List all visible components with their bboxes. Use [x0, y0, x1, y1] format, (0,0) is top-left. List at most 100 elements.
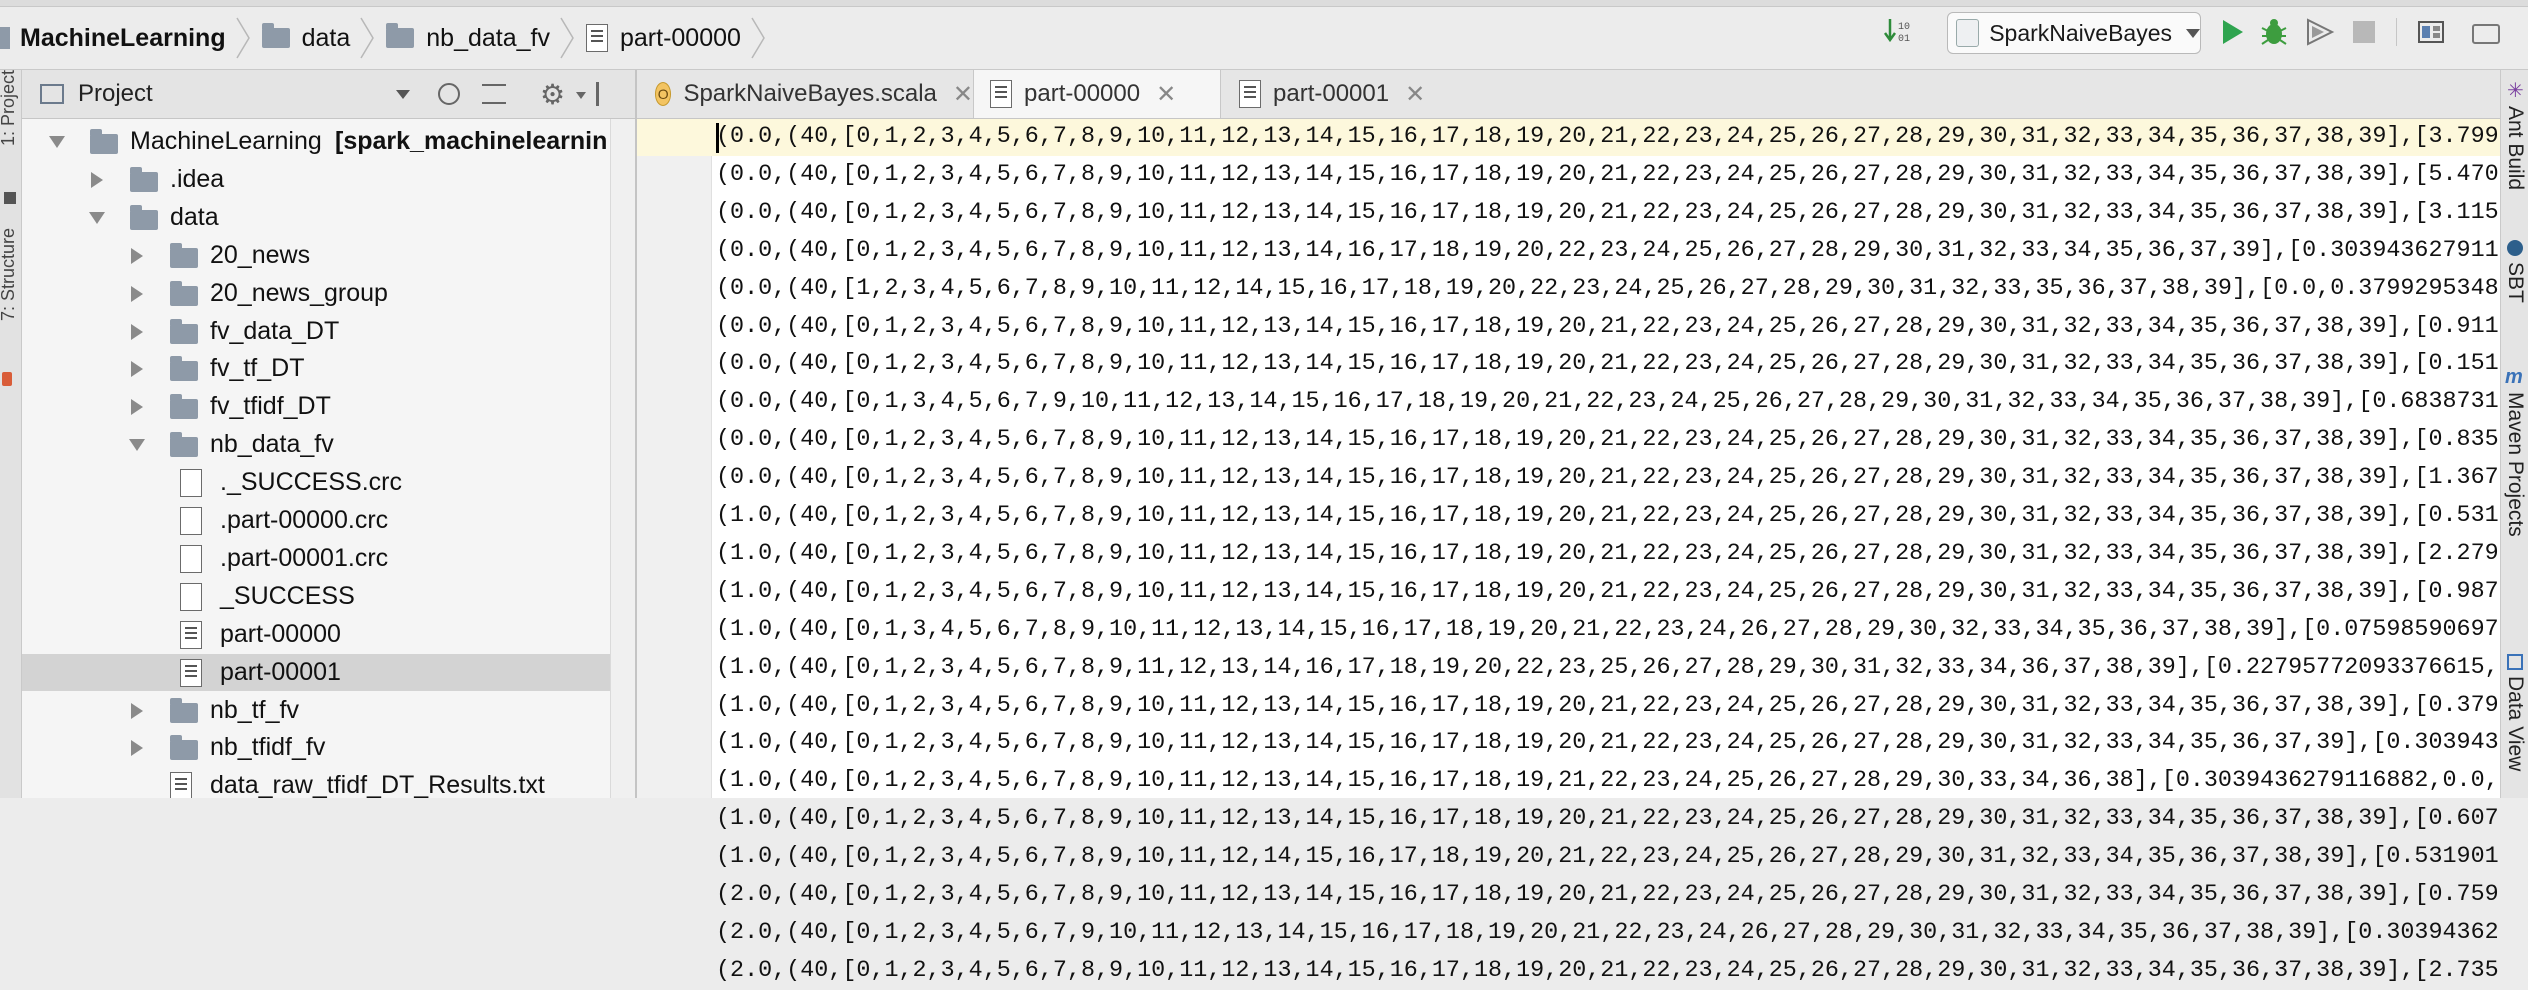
tree-item[interactable]: .part-00001.crc [22, 540, 610, 577]
tree-item[interactable]: .part-00000.crc [22, 502, 610, 539]
code-line: (0.0,(40,[0,1,3,4,5,6,7,9,10,11,12,13,14… [716, 389, 2499, 416]
tree-item[interactable]: fv_tfidf_DT [22, 388, 610, 425]
code-line: (0.0,(40,[1,2,3,4,5,6,7,8,9,10,11,12,14,… [716, 275, 2499, 302]
folder-icon [170, 280, 198, 306]
collapsed-arrow-icon[interactable] [131, 247, 143, 264]
tree-item[interactable]: data_raw_tfidf_DT_Results.txt [22, 767, 610, 798]
module-folder-icon [0, 27, 10, 49]
project-structure-icon[interactable] [2414, 14, 2450, 50]
tree-item-label: fv_tfidf_DT [210, 392, 331, 421]
build-icon[interactable]: 10 01 [1880, 14, 1916, 50]
text-file-icon [180, 658, 202, 687]
tree-item[interactable]: nb_tfidf_fv [22, 729, 610, 766]
tree-item-label: part-00001 [220, 657, 341, 686]
tab-part-00000[interactable]: part-00000 ✕ [973, 70, 1221, 118]
tree-item[interactable]: data [22, 199, 610, 236]
project-panel-title[interactable]: Project [78, 80, 153, 108]
chevron-down-icon[interactable] [576, 92, 586, 99]
project-tool-icon [4, 192, 16, 204]
tree-item[interactable]: part-00001 [22, 653, 610, 691]
run-configuration-label: SparkNaiveBayes [1989, 19, 2172, 46]
collapse-all-icon[interactable] [482, 84, 506, 104]
search-everywhere-icon[interactable] [2472, 24, 2500, 44]
code-line: (1.0,(40,[0,1,2,3,4,5,6,7,8,9,10,11,12,1… [716, 844, 2499, 871]
expanded-arrow-icon[interactable] [49, 136, 65, 148]
settings-icon[interactable]: ⚙ [540, 78, 565, 111]
tree-item[interactable]: 20_news [22, 237, 610, 274]
tree-item-label: .part-00000.crc [220, 506, 389, 534]
editor-gutter[interactable] [637, 119, 712, 798]
code-line: (1.0,(40,[0,1,2,3,4,5,6,7,8,9,10,11,12,1… [716, 540, 2499, 567]
hide-panel-icon[interactable] [596, 82, 616, 106]
code-line: (2.0,(40,[0,1,2,3,4,5,6,7,8,9,10,11,12,1… [716, 882, 2499, 908]
ant-build-tool-button[interactable]: Ant Build [2503, 106, 2527, 190]
data-view-tool-button[interactable]: Data View [2503, 676, 2527, 771]
collapsed-arrow-icon[interactable] [131, 323, 143, 340]
tab-label: SparkNaiveBayes.scala [683, 80, 937, 107]
close-icon[interactable]: ✕ [953, 80, 973, 109]
tree-item-label: nb_tfidf_fv [210, 733, 326, 762]
code-line: (1.0,(40,[0,1,3,4,5,6,7,8,9,10,11,12,13,… [716, 616, 2499, 643]
scala-run-config-icon [1956, 19, 1980, 47]
code-line: (2.0,(40,[0,1,2,3,4,5,6,7,9,10,11,12,13,… [716, 919, 2499, 946]
collapsed-arrow-icon[interactable] [131, 361, 143, 378]
stop-icon[interactable] [2346, 14, 2382, 50]
tree-item-label: MachineLearning [130, 127, 322, 155]
project-panel-header: Project ⚙ [22, 70, 635, 119]
right-tool-strip: ✳ Ant Build SBT m Maven Projects Data Vi… [2500, 70, 2528, 798]
collapsed-arrow-icon[interactable] [131, 702, 143, 719]
tab-part-00001[interactable]: part-00001 ✕ [1221, 70, 1465, 118]
close-icon[interactable]: ✕ [1156, 80, 1176, 109]
tab-sparknaivebayes-scala[interactable]: O SparkNaiveBayes.scala ✕ [637, 70, 973, 118]
tree-item[interactable]: fv_data_DT [22, 313, 610, 350]
run-configuration-select[interactable]: SparkNaiveBayes [1947, 12, 2201, 54]
text-file-icon [990, 80, 1012, 108]
tree-item[interactable]: nb_tf_fv [22, 692, 610, 729]
run-icon[interactable] [2214, 14, 2250, 50]
coverage-icon[interactable] [2302, 14, 2338, 50]
maven-projects-tool-button[interactable]: Maven Projects [2503, 392, 2527, 537]
tree-item[interactable]: ._SUCCESS.crc [22, 464, 610, 501]
breadcrumb-item-file[interactable]: part-00000 [585, 7, 777, 69]
tree-item[interactable]: MachineLearning [spark_machinelearnin [22, 123, 610, 160]
tree-item[interactable]: part-00000 [22, 616, 610, 653]
project-tree-scrollbar[interactable] [610, 119, 636, 798]
structure-tool-window-button[interactable]: 7: Structure [0, 228, 19, 321]
collapsed-arrow-icon[interactable] [131, 399, 143, 416]
tree-item-label: 20_news_group [210, 278, 388, 307]
tree-item[interactable]: nb_data_fv [22, 426, 610, 463]
sbt-tool-button[interactable]: SBT [2503, 262, 2527, 303]
collapsed-arrow-icon[interactable] [131, 740, 143, 757]
breadcrumb-item-module[interactable]: MachineLearning [0, 7, 262, 69]
folder-icon [261, 23, 290, 48]
collapsed-arrow-icon[interactable] [91, 171, 103, 188]
editor-tab-bar: O SparkNaiveBayes.scala ✕ part-00000 ✕ p… [637, 70, 2500, 119]
tree-item[interactable]: .idea [22, 161, 610, 198]
code-line: (1.0,(40,[0,1,2,3,4,5,6,7,8,9,10,11,12,1… [716, 806, 2499, 833]
tree-item[interactable]: _SUCCESS [22, 578, 610, 615]
collapsed-arrow-icon[interactable] [131, 285, 143, 302]
tree-item-label: .part-00001.crc [220, 543, 389, 572]
tree-item[interactable]: fv_tf_DT [22, 350, 610, 387]
close-icon[interactable]: ✕ [1405, 80, 1425, 109]
tree-item-label: nb_tf_fv [210, 695, 299, 724]
dropdown-icon[interactable] [396, 89, 410, 99]
breadcrumb-item-nb-data-fv[interactable]: nb_data_fv [386, 7, 586, 69]
code-line: (0.0,(40,[0,1,2,3,4,5,6,7,8,9,10,11,12,1… [716, 465, 2499, 492]
breadcrumb-item-data[interactable]: data [261, 7, 387, 69]
code-line: (0.0,(40,[0,1,2,3,4,5,6,7,8,9,10,11,12,1… [716, 199, 2499, 226]
folder-icon [386, 23, 415, 48]
code-line: (1.0,(40,[0,1,2,3,4,5,6,7,8,9,10,11,12,1… [716, 578, 2499, 605]
code-line: (0.0,(40,[0,1,2,3,4,5,6,7,8,9,10,11,12,1… [716, 351, 2499, 378]
debug-icon[interactable] [2256, 14, 2292, 50]
expanded-arrow-icon[interactable] [89, 211, 105, 224]
project-tree: MachineLearning [spark_machinelearnin .ide… [22, 119, 635, 798]
tree-item[interactable]: 20_news_group [22, 275, 610, 312]
structure-tool-icon [2, 372, 12, 386]
expanded-arrow-icon[interactable] [129, 439, 145, 452]
file-icon [180, 544, 202, 573]
scroll-from-source-icon[interactable] [438, 83, 460, 105]
module-folder-icon [90, 129, 118, 154]
breadcrumb-label: nb_data_fv [426, 23, 550, 52]
project-tool-window-button[interactable]: 1: Project [0, 70, 19, 146]
